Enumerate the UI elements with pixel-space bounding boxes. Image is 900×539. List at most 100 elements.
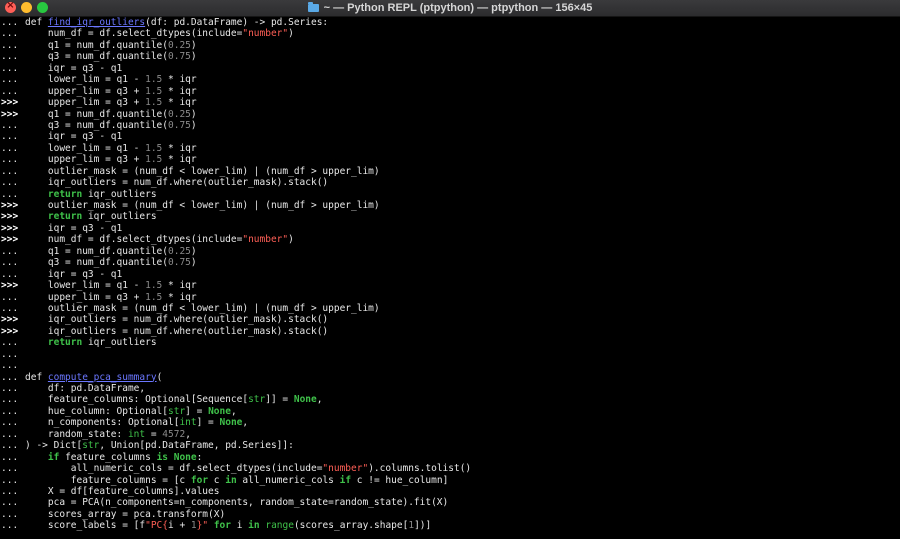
code-token: None	[219, 417, 243, 429]
code-line: ... iqr = q3 - q1	[0, 63, 900, 74]
code-token: 1.5	[145, 291, 163, 303]
code-token: lower_lim = q1 -	[25, 142, 146, 154]
prompt-marker: ...	[1, 508, 19, 520]
prompt-marker: ...	[1, 291, 19, 303]
code-token: def	[25, 17, 48, 28]
prompt-marker: >>>	[1, 97, 19, 109]
prompt-marker: ...	[1, 177, 19, 189]
code-line: ... outlier_mask = (num_df < lower_lim) …	[0, 303, 900, 314]
code-token: "number"	[322, 463, 369, 475]
code-token: )	[190, 108, 197, 120]
code-line: ... score_labels = [f"PC{i + 1}" for i i…	[0, 520, 900, 531]
prompt-marker: ...	[1, 497, 19, 509]
code-line: ... X = df[feature_columns].values	[0, 486, 900, 497]
prompt-marker: ...	[1, 417, 19, 429]
prompt-marker: ...	[1, 131, 19, 143]
prompt-marker: ...	[1, 485, 19, 497]
code-token: def	[25, 371, 48, 383]
prompt-marker: ...	[1, 142, 19, 154]
code-token: 0.75	[168, 51, 191, 63]
code-token: "number"	[242, 28, 289, 40]
code-token: 1.5	[145, 154, 163, 166]
prompt-marker: ...	[1, 474, 19, 486]
code-token: 1.5	[145, 74, 163, 86]
code-token: if	[47, 451, 60, 463]
code-token: in	[248, 520, 260, 532]
code-token: return	[47, 337, 83, 349]
code-token: lower_lim = q1 -	[25, 280, 146, 292]
code-token: * iqr	[162, 280, 197, 292]
code-token: ,	[316, 394, 323, 406]
prompt-marker: ...	[1, 440, 19, 452]
code-token: all_numeric_cols = df.select_dtypes(incl…	[25, 463, 323, 475]
code-token: q1 = num_df.quantile(	[25, 245, 168, 257]
code-token: for	[213, 520, 231, 532]
prompt-marker: >>>	[1, 200, 19, 211]
prompt-marker: ...	[1, 17, 19, 28]
code-token: =	[145, 428, 163, 440]
title-bar[interactable]: ~ — Python REPL (ptpython) — ptpython — …	[0, 0, 900, 17]
code-token: , Union[pd.DataFrame, pd.Series]]:	[99, 440, 294, 452]
code-token: upper_lim = q3 +	[25, 97, 146, 109]
prompt-marker: ...	[1, 154, 19, 166]
code-token: iqr_outliers	[82, 337, 157, 349]
prompt-marker: ...	[1, 51, 19, 63]
code-token: 1.5	[145, 142, 163, 154]
code-token: "PC{	[145, 520, 168, 532]
code-token: upper_lim = q3 +	[25, 85, 146, 97]
prompt-marker: >>>	[1, 325, 19, 337]
code-token: pca = PCA(n_components=n_components, ran…	[25, 497, 449, 509]
code-token: 4572	[162, 428, 186, 440]
code-token: )	[190, 39, 197, 51]
code-token: iqr_outliers	[82, 188, 157, 200]
code-token: 0.25	[168, 108, 191, 120]
code-line: ...	[0, 349, 900, 360]
code-token: i +	[168, 520, 191, 532]
code-token: hue_column: Optional[	[25, 405, 168, 417]
code-token: ])]	[414, 520, 432, 532]
code-token: 0.75	[168, 119, 191, 131]
code-token: feature_columns: Optional[Sequence[	[25, 394, 249, 406]
prompt-marker: ...	[1, 451, 19, 463]
prompt-marker: ...	[1, 268, 19, 280]
prompt-marker: ...	[1, 463, 19, 475]
code-token: i	[230, 520, 249, 532]
prompt-marker: >>>	[1, 280, 19, 292]
prompt-marker: >>>	[1, 314, 19, 326]
code-line: ... iqr_outliers = num_df.where(outlier_…	[0, 177, 900, 188]
terminal-output[interactable]: ... def find_iqr_outliers(df: pd.DataFram…	[0, 17, 900, 539]
prompt-marker: ...	[1, 74, 19, 86]
prompt-marker: ...	[1, 360, 19, 372]
code-token: )	[190, 119, 197, 131]
code-line: ... scores_array = pca.transform(X)	[0, 509, 900, 520]
code-token: int	[179, 417, 197, 429]
code-token: q1 = num_df.quantile(	[25, 39, 168, 51]
prompt-marker: ...	[1, 405, 19, 417]
code-line: ... def find_iqr_outliers(df: pd.DataFram…	[0, 17, 900, 28]
code-line: ... feature_columns: Optional[Sequence[s…	[0, 394, 900, 405]
code-token: ,	[242, 417, 249, 429]
code-line: ... df: pd.DataFrame,	[0, 383, 900, 394]
code-token: * iqr	[162, 97, 197, 109]
code-token: is None	[156, 451, 197, 463]
code-line: ... feature_columns = [c for c in all_nu…	[0, 475, 900, 486]
prompt-marker: ...	[1, 520, 19, 532]
code-line: >>> upper_lim = q3 + 1.5 * iqr	[0, 97, 900, 108]
code-token: :	[196, 451, 203, 463]
code-token: )	[288, 28, 294, 40]
code-line: ... lower_lim = q1 - 1.5 * iqr	[0, 74, 900, 85]
terminal-window: ~ — Python REPL (ptpython) — ptpython — …	[0, 0, 900, 539]
code-token: ,	[230, 405, 237, 417]
code-token: )	[288, 234, 294, 246]
code-token: upper_lim = q3 +	[25, 291, 146, 303]
prompt-marker: ...	[1, 394, 19, 406]
prompt-marker: ...	[1, 39, 19, 51]
code-token: q3 = num_df.quantile(	[25, 119, 168, 131]
code-token: iqr_outliers = num_df.where(outlier_mask…	[25, 325, 329, 337]
code-line: ... iqr = q3 - q1	[0, 269, 900, 280]
code-token: * iqr	[162, 291, 197, 303]
code-token: random_state:	[25, 428, 128, 440]
code-line: ... upper_lim = q3 + 1.5 * iqr	[0, 86, 900, 97]
code-token: str	[248, 394, 266, 406]
